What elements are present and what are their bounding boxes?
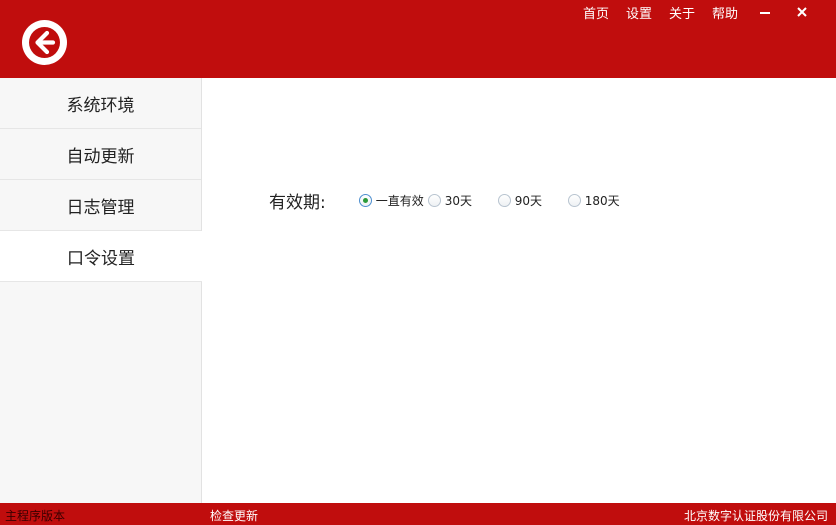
- nav-home[interactable]: 首页: [583, 3, 609, 22]
- status-bar: 主程序版本 检查更新 北京数字认证股份有限公司: [0, 503, 836, 525]
- main-content: 有效期: 一直有效 30天 90天 180天: [202, 78, 836, 503]
- validity-option-label: 90天: [514, 193, 543, 208]
- validity-option-90-days[interactable]: 90天: [497, 192, 568, 209]
- nav-settings[interactable]: 设置: [626, 3, 652, 22]
- back-button[interactable]: [22, 20, 67, 65]
- main-program-version-label: 主程序版本: [5, 509, 66, 523]
- title-bar: 首页 设置 关于 帮助: [0, 0, 836, 78]
- nav-help[interactable]: 帮助: [712, 3, 738, 22]
- check-update-link[interactable]: 检查更新: [210, 507, 258, 524]
- radio-icon[interactable]: [567, 193, 581, 207]
- radio-icon[interactable]: [497, 193, 511, 207]
- minimize-button[interactable]: [755, 3, 775, 21]
- validity-option-forever[interactable]: 一直有效: [358, 192, 424, 209]
- nav-about[interactable]: 关于: [669, 3, 695, 22]
- sidebar-item-password-settings[interactable]: 口令设置: [0, 231, 202, 282]
- minimize-icon: [760, 12, 770, 14]
- radio-checked-icon[interactable]: [358, 193, 372, 207]
- radio-icon[interactable]: [427, 193, 441, 207]
- close-icon: [797, 7, 807, 17]
- top-nav: 首页 设置 关于 帮助: [583, 3, 836, 22]
- validity-option-180-days[interactable]: 180天: [567, 192, 620, 209]
- validity-option-label: 30天: [444, 193, 473, 208]
- validity-option-label: 一直有效: [375, 193, 424, 208]
- company-name: 北京数字认证股份有限公司: [683, 509, 828, 523]
- close-button[interactable]: [792, 3, 812, 21]
- sidebar-item-auto-update[interactable]: 自动更新: [0, 129, 201, 180]
- sidebar: 系统环境 自动更新 日志管理 口令设置: [0, 78, 202, 503]
- sidebar-item-log-management[interactable]: 日志管理: [0, 180, 201, 231]
- validity-row: 有效期: 一直有效 30天 90天 180天: [269, 188, 620, 213]
- arrow-left-icon: [29, 27, 60, 58]
- sidebar-item-system-environment[interactable]: 系统环境: [0, 78, 201, 129]
- validity-option-label: 180天: [584, 193, 620, 208]
- validity-label: 有效期:: [269, 192, 326, 213]
- validity-option-30-days[interactable]: 30天: [427, 192, 498, 209]
